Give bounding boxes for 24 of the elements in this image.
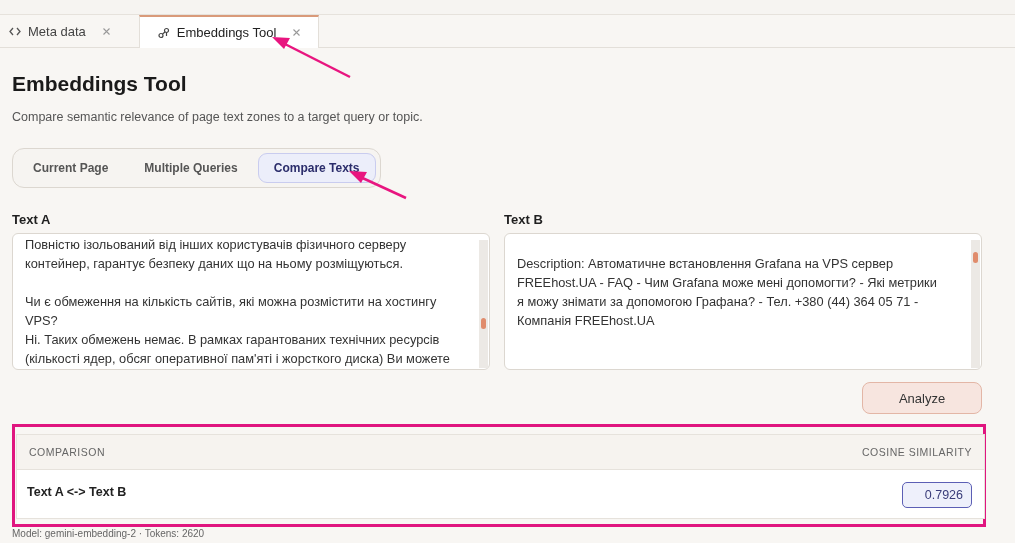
tab[interactable]: Meta data: [0, 15, 129, 47]
column-header: COMPARISON: [29, 446, 105, 458]
code-icon: [9, 27, 21, 36]
close-icon[interactable]: [293, 29, 301, 36]
scrollbar[interactable]: [971, 240, 980, 368]
page-title: Embeddings Tool: [12, 72, 188, 96]
text-area[interactable]: Description: Автоматичне встановлення Grafana на VPS сервер FREEhost.UA - FAQ - Чим Grafana може мені допомогти? - Які метрики я можу знімати за допомогою Графана? - Тел. +380 (44) 364 05 71 - Компанія FREEhost.UA: [504, 233, 982, 370]
mode-tab[interactable]: Multiple Queries: [128, 153, 254, 183]
close-icon[interactable]: [102, 28, 110, 35]
page-subtitle: Compare semantic relevance of page text zones to a target query or topic.: [12, 110, 424, 124]
text-area[interactable]: Повністю ізольований від інших користувачів фізичного серверу контейнер, гарантує безпеку даних що на ньому розміщуються. Чи є обмеження на кількість сайтів, які можна розмістити на хостингу VPS? Ні. Таких обмежень немає. В рамках гарантованих технічних ресурсів (кількості ядер, обсяг оперативної пам'яті і жорсткого диска) Ви можете: [12, 233, 490, 370]
column-header: COSINE SIMILARITY: [861, 446, 972, 458]
similarity-score: 0.7926: [901, 482, 972, 508]
table-cell: Text A <-> Text B: [27, 485, 127, 499]
mode-tab[interactable]: Current Page: [17, 153, 125, 183]
nodes-icon: [157, 26, 170, 39]
annotation-arrow: [349, 171, 407, 200]
scrollbar[interactable]: [479, 240, 488, 368]
model-info: Model: gemini-embedding-2 · Tokens: 2620: [12, 528, 206, 539]
field-label: Text A: [12, 212, 52, 227]
analyze-button[interactable]: Analyze: [862, 382, 982, 414]
field-label: Text B: [504, 212, 544, 227]
tab[interactable]: Embeddings Tool: [138, 15, 320, 48]
mode-tab[interactable]: Compare Texts: [257, 153, 376, 183]
